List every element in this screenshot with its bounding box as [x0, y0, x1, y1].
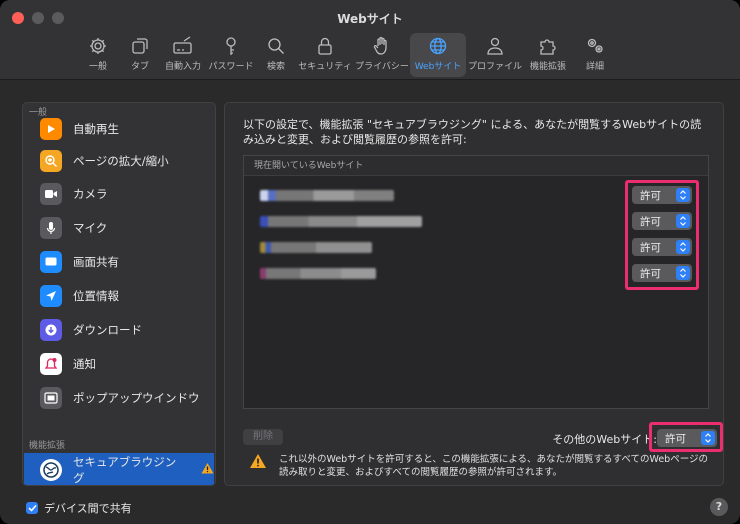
person-icon: [487, 37, 503, 55]
sidebar-item-page-zoom[interactable]: ページの拡大/縮小: [24, 145, 214, 177]
sidebar-item-label: 通知: [73, 357, 96, 371]
sidebar-item-label: 自動再生: [73, 122, 119, 136]
tab-websites-label: Webサイト: [414, 62, 462, 72]
tab-security[interactable]: セキュリティ: [296, 33, 354, 77]
tab-profiles[interactable]: プロファイル: [466, 33, 524, 77]
tab-privacy[interactable]: プライバシー: [354, 33, 410, 77]
play-icon: [40, 118, 62, 140]
tab-autofill-label: 自動入力: [164, 62, 201, 72]
sidebar-item-label: カメラ: [73, 187, 108, 201]
location-icon: [40, 285, 62, 307]
puzzle-icon: [540, 39, 556, 55]
other-sites-label: その他のWebサイト:: [552, 433, 657, 446]
window-title: Webサイト: [337, 12, 403, 26]
highlight-box: [649, 422, 723, 452]
sidebar-item-label: ポップアップウインドウ: [73, 391, 200, 405]
highlight-box: [625, 180, 699, 290]
tab-general[interactable]: 一般: [76, 33, 120, 77]
tab-advanced[interactable]: 詳細: [572, 33, 618, 77]
sidebar-item-label: セキュアブラウジング: [73, 454, 177, 485]
tab-security-label: セキュリティ: [298, 62, 352, 72]
tab-search[interactable]: 検索: [256, 33, 296, 77]
search-icon: [268, 38, 284, 54]
warning-icon: [249, 453, 267, 479]
gear-icon: [90, 38, 106, 54]
sidebar-item-label: ページの拡大/縮小: [73, 154, 169, 168]
blurred-site-name: [260, 190, 394, 201]
warning-text: これ以外のWebサイトを許可すると、この機能拡張による、あなたが閲覧するすべての…: [279, 454, 709, 478]
title-bar: Webサイト 一般 タブ 自動入力 パスワード 検索 セキュリティ プライバシー…: [0, 0, 740, 80]
autofill-icon: [173, 36, 192, 54]
extension-permission-panel: 以下の設定で、機能拡張 "セキュアブラウジング" による、あなたが閲覧するWeb…: [224, 102, 724, 486]
secure-browsing-icon: [40, 458, 62, 481]
sidebar-item-label: 位置情報: [73, 289, 119, 303]
globe-icon: [429, 37, 447, 55]
tab-general-label: 一般: [88, 62, 107, 72]
tab-profiles-label: プロファイル: [467, 62, 522, 72]
tab-advanced-label: 詳細: [585, 62, 604, 72]
sidebar-item-camera[interactable]: カメラ: [24, 178, 214, 210]
sidebar-header-extensions: 機能拡張: [29, 441, 66, 451]
warning-icon: [201, 462, 214, 477]
website-settings-sidebar: 一般 自動再生 ページの拡大/縮小 カメラ マイク 画面共有 位置情報 ダウンロ…: [22, 102, 216, 486]
download-icon: [40, 319, 62, 341]
tab-tabs[interactable]: タブ: [120, 33, 160, 77]
sidebar-item-location[interactable]: 位置情報: [24, 280, 214, 312]
open-websites-table: 現在開いているWebサイト 許可 許可 許可 許可: [243, 155, 709, 409]
share-checkbox[interactable]: [26, 502, 38, 514]
lock-icon: [318, 37, 332, 55]
tab-passwords-label: パスワード: [208, 62, 254, 72]
tab-privacy-label: プライバシー: [355, 62, 409, 72]
hand-icon: [373, 36, 387, 55]
key-icon: [226, 37, 236, 55]
sidebar-item-popup-windows[interactable]: ポップアップウインドウ: [24, 382, 214, 414]
gears-icon: [587, 38, 603, 53]
sidebar-item-autoplay[interactable]: 自動再生: [24, 113, 214, 145]
sidebar-item-notifications[interactable]: 通知: [24, 348, 214, 380]
notification-icon: [40, 353, 62, 375]
tab-websites[interactable]: Webサイト: [410, 33, 466, 77]
tab-search-label: 検索: [266, 62, 285, 72]
blurred-site-name: [260, 216, 422, 227]
sidebar-item-label: 画面共有: [73, 255, 119, 269]
safari-settings-window: Webサイト 一般 タブ 自動入力 パスワード 検索 セキュリティ プライバシー…: [0, 0, 740, 524]
tab-autofill[interactable]: 自動入力: [160, 33, 206, 77]
tab-extensions[interactable]: 機能拡張: [524, 33, 572, 77]
settings-toolbar: 一般 タブ 自動入力 パスワード 検索 セキュリティ プライバシー Webサイト…: [76, 33, 618, 77]
tab-passwords[interactable]: パスワード: [206, 33, 256, 77]
sidebar-item-label: ダウンロード: [73, 323, 142, 337]
delete-button[interactable]: 削除: [243, 429, 283, 445]
tabs-icon: [132, 38, 148, 54]
share-label: デバイス間で共有: [44, 502, 132, 515]
warning-message: これ以外のWebサイトを許可すると、この機能拡張による、あなたが閲覧するすべての…: [249, 453, 715, 479]
tab-tabs-label: タブ: [130, 62, 149, 72]
sidebar-item-secure-browsing[interactable]: セキュアブラウジング: [24, 453, 214, 485]
permission-description: 以下の設定で、機能拡張 "セキュアブラウジング" による、あなたが閲覧するWeb…: [243, 118, 702, 146]
table-header: 現在開いているWebサイト: [244, 156, 708, 176]
sidebar-item-microphone[interactable]: マイク: [24, 212, 214, 244]
blurred-site-name: [260, 268, 376, 279]
popup-window-icon: [40, 387, 62, 409]
microphone-icon: [40, 217, 62, 239]
share-across-devices[interactable]: デバイス間で共有: [26, 500, 132, 516]
sidebar-item-screen-share[interactable]: 画面共有: [24, 246, 214, 278]
camera-icon: [40, 183, 62, 205]
zoom-icon: [40, 150, 62, 172]
screen-share-icon: [40, 251, 62, 273]
sidebar-item-label: マイク: [73, 221, 108, 235]
help-button[interactable]: ?: [710, 498, 728, 516]
blurred-site-name: [260, 242, 372, 253]
tab-extensions-label: 機能拡張: [529, 62, 566, 72]
sidebar-item-downloads[interactable]: ダウンロード: [24, 314, 214, 346]
